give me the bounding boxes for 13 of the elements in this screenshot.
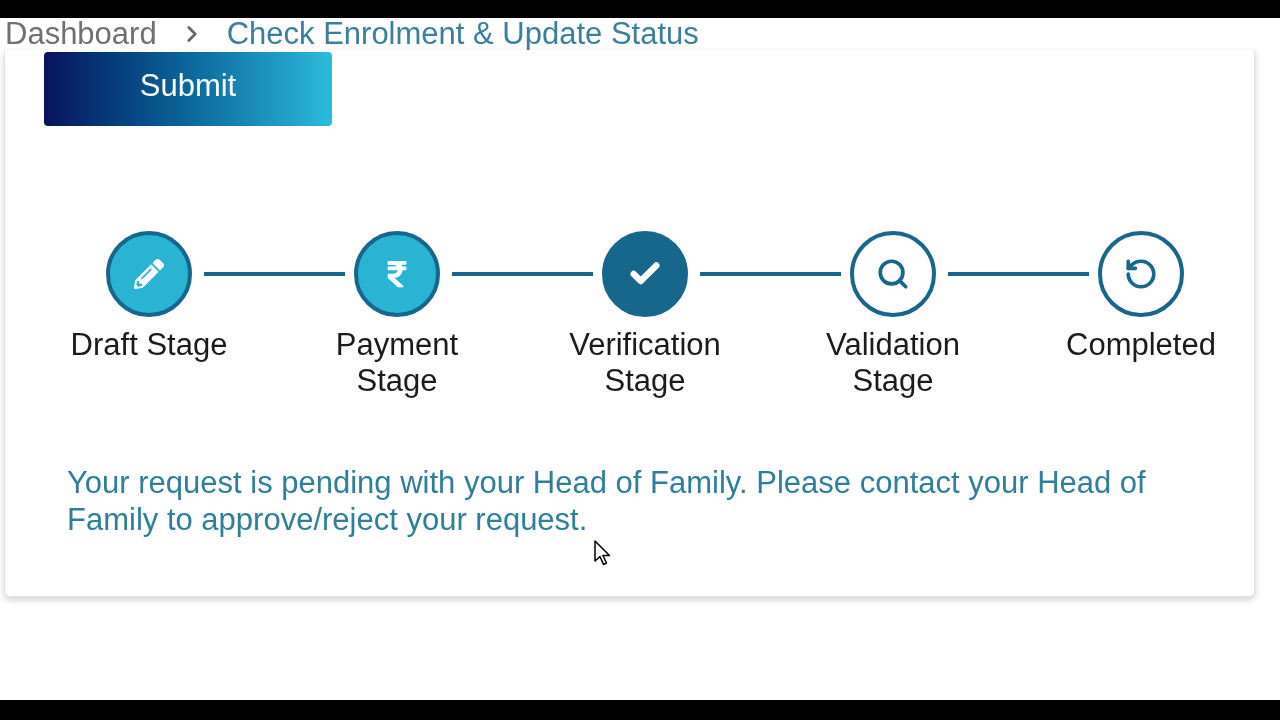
status-message: Your request is pending with your Head of Family. Please contact your Head of Family to approve/reject your request.	[67, 464, 1147, 538]
cursor-icon	[594, 540, 611, 566]
step-label: Validation Stage	[825, 327, 961, 399]
search-icon	[876, 257, 910, 291]
breadcrumb-link[interactable]: Dashboard	[5, 18, 157, 50]
step-label: Verification Stage	[568, 327, 722, 399]
step-label: Payment Stage	[334, 327, 460, 399]
submit-button[interactable]: Submit	[44, 52, 332, 126]
breadcrumb-link[interactable]: Check Enrolment & Update Status	[226, 18, 699, 50]
step-label: Completed	[1065, 327, 1217, 363]
pencil-icon	[134, 259, 164, 289]
step-label: Draft Stage	[69, 327, 229, 363]
rotate-icon	[1124, 257, 1158, 291]
